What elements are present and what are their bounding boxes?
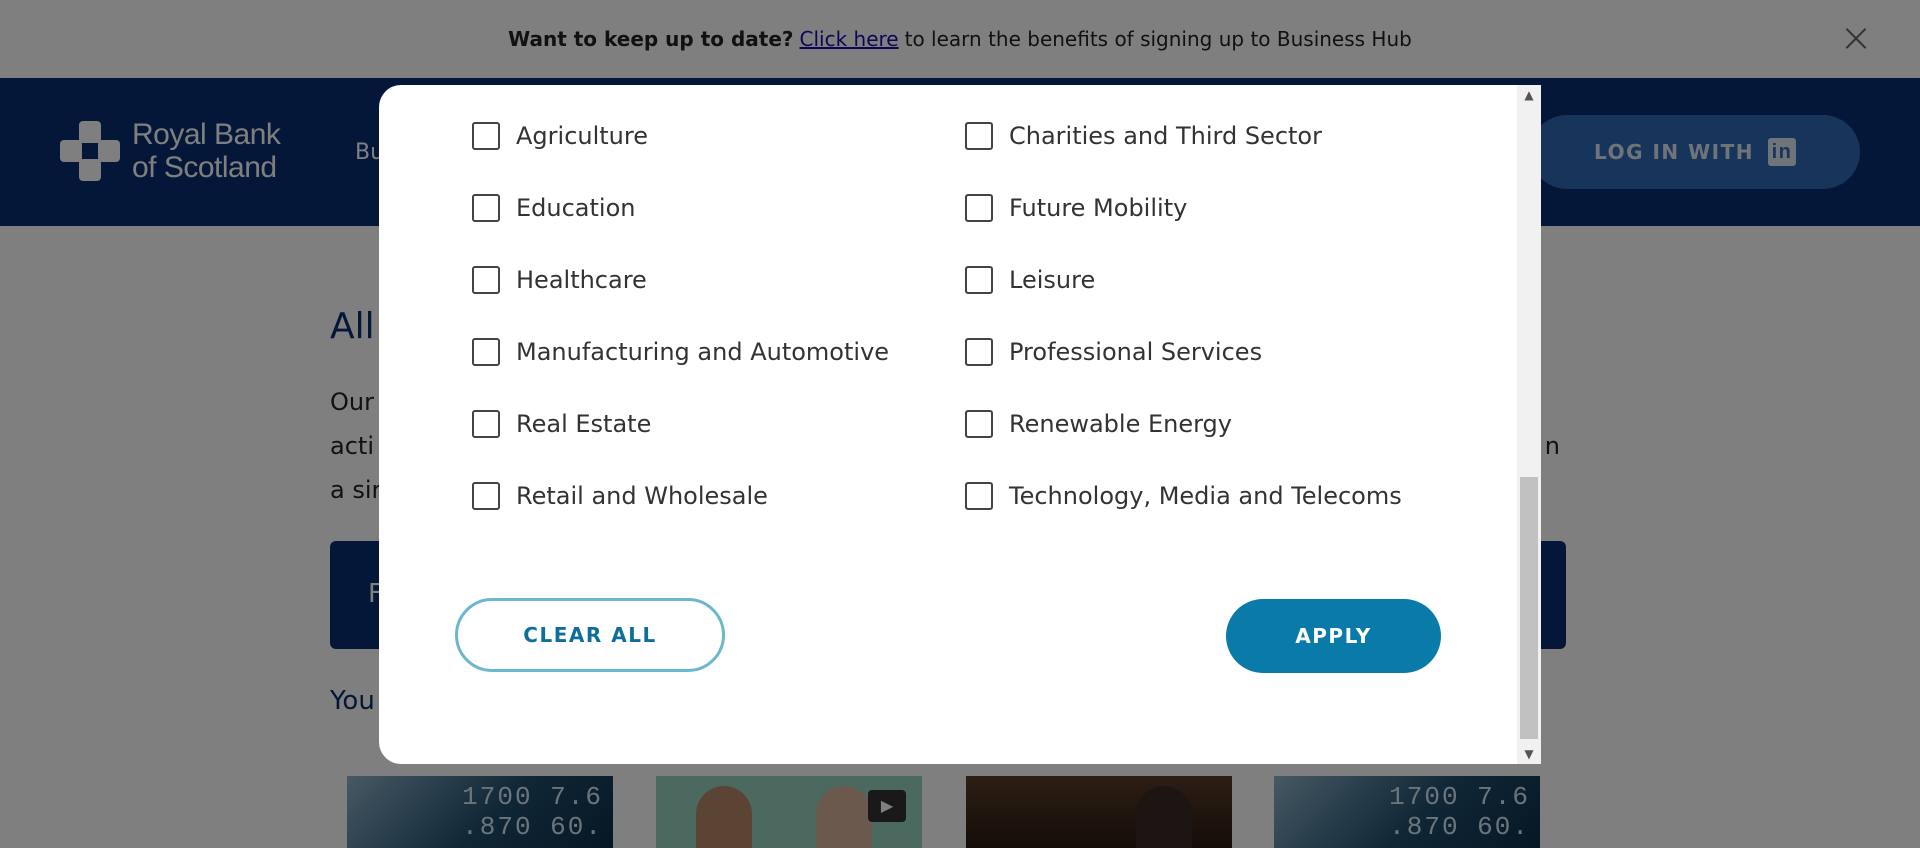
checkbox-option[interactable]: Technology, Media and Telecoms	[965, 481, 1402, 511]
checkbox[interactable]	[472, 194, 500, 222]
option-label: Future Mobility	[1009, 194, 1188, 222]
option-label: Retail and Wholesale	[516, 482, 768, 510]
checkbox[interactable]	[965, 482, 993, 510]
option-label: Renewable Energy	[1009, 410, 1232, 438]
option-label: Real Estate	[516, 410, 652, 438]
checkbox-option[interactable]: Charities and Third Sector	[965, 121, 1322, 151]
checkbox[interactable]	[472, 338, 500, 366]
checkbox[interactable]	[965, 122, 993, 150]
clear-all-button[interactable]: CLEAR ALL	[455, 598, 725, 672]
checkbox-option[interactable]: Manufacturing and Automotive	[472, 337, 889, 367]
option-label: Leisure	[1009, 266, 1096, 294]
checkbox-option[interactable]: Agriculture	[472, 121, 648, 151]
checkbox-option[interactable]: Leisure	[965, 265, 1095, 295]
option-label: Healthcare	[516, 266, 647, 294]
checkbox-option[interactable]: Renewable Energy	[965, 409, 1232, 439]
apply-button[interactable]: APPLY	[1226, 599, 1441, 673]
modal-scrollbar[interactable]: ▲ ▼	[1517, 85, 1541, 764]
checkbox-option[interactable]: Future Mobility	[965, 193, 1187, 223]
checkbox[interactable]	[472, 410, 500, 438]
checkbox[interactable]	[965, 266, 993, 294]
checkbox-option[interactable]: Real Estate	[472, 409, 651, 439]
scroll-up-icon[interactable]: ▲	[1517, 85, 1541, 105]
option-label: Technology, Media and Telecoms	[1009, 482, 1402, 510]
option-label: Agriculture	[516, 122, 648, 150]
option-label: Manufacturing and Automotive	[516, 338, 890, 366]
option-label: Professional Services	[1009, 338, 1263, 366]
scroll-thumb[interactable]	[1520, 477, 1538, 739]
checkbox[interactable]	[965, 194, 993, 222]
checkbox[interactable]	[965, 338, 993, 366]
checkbox[interactable]	[472, 122, 500, 150]
option-label: Education	[516, 194, 636, 222]
scroll-down-icon[interactable]: ▼	[1517, 744, 1541, 764]
checkbox[interactable]	[965, 410, 993, 438]
option-label: Charities and Third Sector	[1009, 122, 1322, 150]
checkbox[interactable]	[472, 266, 500, 294]
checkbox[interactable]	[472, 482, 500, 510]
checkbox-option[interactable]: Education	[472, 193, 635, 223]
checkbox-option[interactable]: Healthcare	[472, 265, 647, 295]
checkbox-option[interactable]: Professional Services	[965, 337, 1262, 367]
checkbox-option[interactable]: Retail and Wholesale	[472, 481, 768, 511]
sector-filter-modal: Agriculture Education Healthcare Manufac…	[379, 85, 1541, 764]
